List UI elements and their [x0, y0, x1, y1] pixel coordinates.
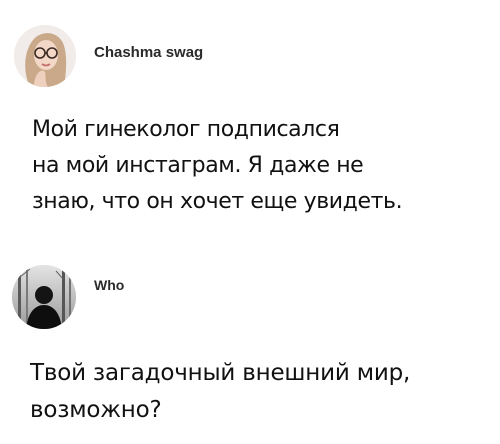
post-text-line: Твой загадочный внешний мир, [30, 360, 411, 386]
post-text-line: Мой гинеколог подписался [32, 117, 340, 142]
avatar-woman-with-glasses-icon[interactable] [14, 25, 76, 87]
username[interactable]: Chashma swag [94, 44, 203, 61]
post-text-line: на мой инстаграм. Я даже не [32, 153, 364, 178]
post-text: Твой загадочный внешний мир, возможно? [30, 355, 490, 429]
post-text-line: знаю, что он хочет еще увидеть. [32, 189, 403, 214]
post-2: Who Твой загадочный внешний мир, возможн… [0, 245, 500, 444]
post-text: Мой гинеколог подписался на мой инстагра… [32, 112, 492, 220]
post-1: Chashma swag Мой гинеколог подписался на… [0, 0, 500, 245]
avatar-silhouette-icon[interactable] [12, 265, 76, 329]
username[interactable]: Who [94, 277, 124, 293]
post-text-line: возможно? [30, 397, 162, 423]
